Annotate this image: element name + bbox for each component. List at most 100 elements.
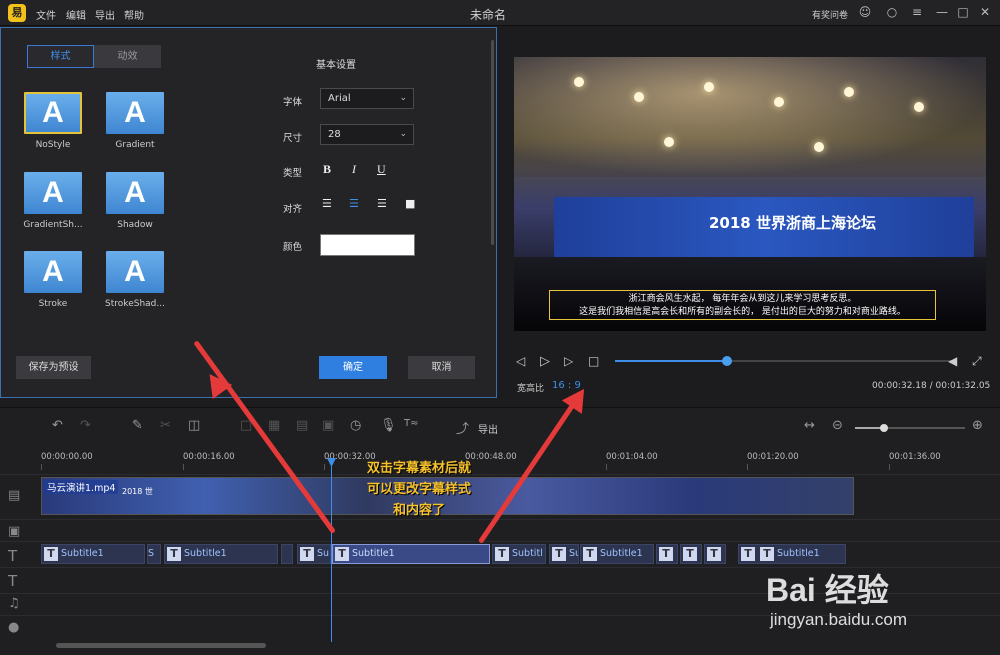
app-logo: 易 (8, 4, 26, 22)
underline-button[interactable]: U (377, 162, 386, 177)
subtitle-clip-label: Subtitl (569, 548, 578, 559)
subtitle-overlay[interactable]: 浙江商会风生水起， 每年年会从到这儿来学习思考反思。 这是我们我相信是高会长和所… (549, 290, 936, 320)
play-icon[interactable]: ▷ (540, 354, 550, 369)
tab-animation[interactable]: 动效 (94, 45, 161, 68)
maximize-icon[interactable]: □ (956, 5, 970, 19)
chat-icon[interactable]: ○ (885, 5, 899, 19)
fullscreen-icon[interactable]: ⤢ (972, 354, 982, 369)
close-icon[interactable]: ✕ (978, 5, 992, 19)
cancel-button[interactable]: 取消 (408, 356, 475, 379)
timeline-scrollbar[interactable] (56, 643, 266, 648)
split-icon[interactable]: ▤ (296, 418, 308, 433)
subtitle-clip[interactable]: T Subtitle1 (41, 544, 145, 564)
fit-icon[interactable]: ↔ (804, 418, 815, 433)
ruler-tick (183, 464, 184, 470)
style-label-gradientshadow: GradientSh... (23, 220, 83, 230)
next-frame-icon[interactable]: ▷ (564, 354, 573, 368)
size-select[interactable]: 28 ⌄ (320, 124, 414, 145)
align-center-icon[interactable]: ☰ (349, 197, 359, 210)
menu-edit[interactable]: 编辑 (66, 7, 86, 22)
speed-icon[interactable]: ◷ (350, 418, 361, 433)
bold-button[interactable]: B (323, 162, 331, 177)
stop-icon[interactable]: □ (588, 354, 599, 368)
zoom-handle[interactable] (880, 424, 888, 432)
export-icon[interactable]: ⤴ (456, 418, 469, 437)
window-title: 未命名 (470, 8, 507, 22)
size-label: 尺寸 (283, 133, 303, 144)
style-tile-gradient[interactable]: A (106, 92, 164, 134)
subtitle-clip[interactable]: T (656, 544, 678, 564)
subtitle-clip[interactable]: T Subtitle1 (580, 544, 654, 564)
video-thumb-text: 2018 世 (122, 487, 153, 496)
subtitle-clip[interactable]: T T Subtitle1 (738, 544, 846, 564)
user-icon[interactable]: ☺ (858, 5, 872, 19)
zoom-in-icon[interactable]: ⊕ (972, 418, 983, 433)
menu-file[interactable]: 文件 (36, 7, 56, 22)
cut-icon[interactable]: ✂ (160, 418, 171, 433)
ruler-label: 00:00:16.00 (183, 452, 235, 462)
type-label: 类型 (283, 168, 303, 179)
seek-handle[interactable] (722, 356, 733, 366)
subtitle-clip[interactable]: S (147, 544, 161, 564)
time-separator: / (929, 381, 933, 391)
export-label[interactable]: 导出 (478, 421, 498, 436)
save-preset-button[interactable]: 保存为预设 (16, 356, 91, 379)
record-icon[interactable]: 🎙 (380, 418, 397, 433)
italic-button[interactable]: I (352, 162, 356, 177)
text-to-speech-icon[interactable]: T≈ (404, 418, 419, 429)
subtitle-clip[interactable]: T (704, 544, 726, 564)
delete-icon[interactable]: ◫ (188, 418, 200, 433)
chevron-down-icon: ⌄ (399, 93, 407, 103)
subtitle-clip-label: Su (317, 548, 330, 559)
video-preview[interactable]: 2018 世界浙商上海论坛 浙江商会风生水起， 每年年会从到这儿来学习思考反思。… (514, 57, 986, 331)
tab-style[interactable]: 样式 (27, 45, 94, 68)
zoom-out-icon[interactable]: ⊝ (832, 418, 843, 433)
align-justify-icon[interactable]: ■ (405, 197, 415, 210)
subtitle-clip[interactable]: T Su (297, 544, 331, 564)
pip-icon: ▣ (8, 524, 21, 539)
subtitle-line-2: 这是我们我相信是高会长和所有的副会长的， 是付出的巨大的努力和对商业路线。 (579, 307, 906, 317)
minimize-icon[interactable]: — (935, 5, 949, 19)
mic-icon: ● (8, 620, 20, 635)
subtitle-clip[interactable] (281, 544, 293, 564)
subtitle-clip-selected[interactable]: T Subtitle1 (332, 544, 490, 564)
ruler-tick (41, 464, 42, 470)
undo-icon[interactable]: ↶ (52, 418, 63, 433)
subtitle-clip[interactable]: TSubtitl (549, 544, 579, 564)
font-select[interactable]: Arial ⌄ (320, 88, 414, 109)
subtitle-style-panel: 样式 动效 A NoStyle A Gradient A GradientSh.… (0, 27, 497, 398)
stage-light (574, 77, 584, 87)
annotation-text: 双击字幕素材后就 可以更改字幕样式 和内容了 (337, 458, 501, 521)
text-icon: T (659, 547, 673, 561)
color-swatch[interactable] (320, 234, 415, 256)
style-tile-stroke[interactable]: A (24, 251, 82, 293)
freeze-icon[interactable]: ▣ (322, 418, 334, 433)
font-value: Arial (328, 93, 351, 104)
redo-icon[interactable]: ↷ (80, 418, 91, 433)
align-left-icon[interactable]: ☰ (322, 197, 332, 210)
style-tile-shadow[interactable]: A (106, 172, 164, 214)
scrollbar[interactable] (491, 40, 494, 245)
style-tile-gradientshadow[interactable]: A (24, 172, 82, 214)
ruler-tick (324, 464, 325, 470)
align-right-icon[interactable]: ☰ (377, 197, 387, 210)
subtitle-clip-label: Subtitle1 (777, 548, 820, 559)
menu-help[interactable]: 帮助 (124, 7, 144, 22)
mosaic-icon[interactable]: ▦ (268, 418, 280, 433)
playhead[interactable] (331, 462, 332, 642)
prev-frame-icon[interactable]: ◁ (516, 354, 525, 368)
menu-export[interactable]: 导出 (95, 7, 115, 22)
subtitle-clip[interactable]: TSubtitl (492, 544, 546, 564)
edit-icon[interactable]: ✎ (132, 418, 143, 433)
subtitle-clip[interactable]: T Subtitle1 (164, 544, 278, 564)
style-tile-strokeshadow[interactable]: A (106, 251, 164, 293)
subtitle-track-icon: T (8, 547, 18, 565)
feedback-link[interactable]: 有奖问卷 (812, 8, 848, 21)
volume-icon[interactable]: ◀ (948, 354, 957, 368)
stage-light (814, 142, 824, 152)
ok-button[interactable]: 确定 (319, 356, 387, 379)
menu-icon[interactable]: ≡ (910, 5, 924, 19)
style-tile-nostyle[interactable]: A (24, 92, 82, 134)
subtitle-clip[interactable]: T (680, 544, 702, 564)
text-icon: T (300, 547, 314, 561)
